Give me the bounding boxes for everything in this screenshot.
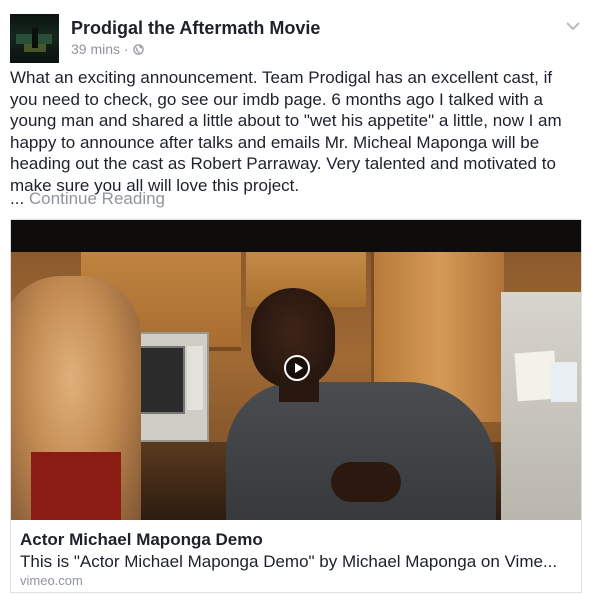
link-info[interactable]: Actor Michael Maponga Demo This is "Acto… xyxy=(11,520,581,592)
page-name-link[interactable]: Prodigal the Aftermath Movie xyxy=(71,18,320,39)
link-description: This is "Actor Michael Maponga Demo" by … xyxy=(20,552,558,571)
link-preview-card[interactable]: Actor Michael Maponga Demo This is "Acto… xyxy=(10,219,582,593)
post-timestamp[interactable]: 39 mins xyxy=(71,41,120,57)
feed-post: Prodigal the Aftermath Movie 39 mins · W… xyxy=(0,0,600,595)
microwave-panel xyxy=(187,346,203,410)
actor-hand xyxy=(331,462,401,502)
meta-separator: · xyxy=(124,41,129,57)
refrigerator xyxy=(501,292,581,520)
ellipsis: ... xyxy=(10,189,25,208)
avatar-figure xyxy=(32,28,38,48)
continue-reading-link[interactable]: Continue Reading xyxy=(29,189,165,208)
page-avatar[interactable] xyxy=(10,14,59,63)
foreground-person-shirt xyxy=(31,452,121,520)
continue-reading: ... Continue Reading xyxy=(10,189,165,209)
play-icon xyxy=(295,363,303,373)
link-title[interactable]: Actor Michael Maponga Demo xyxy=(20,530,263,550)
chevron-down-icon[interactable] xyxy=(565,20,581,32)
globe-icon[interactable] xyxy=(132,43,144,55)
video-still-frame xyxy=(11,252,581,520)
link-domain: vimeo.com xyxy=(20,573,83,588)
video-thumbnail[interactable] xyxy=(11,220,581,520)
play-button[interactable] xyxy=(284,355,310,381)
post-meta: 39 mins · xyxy=(71,41,144,57)
post-body-text: What an exciting announcement. Team Prod… xyxy=(10,68,562,195)
fridge-note-2 xyxy=(551,362,577,402)
